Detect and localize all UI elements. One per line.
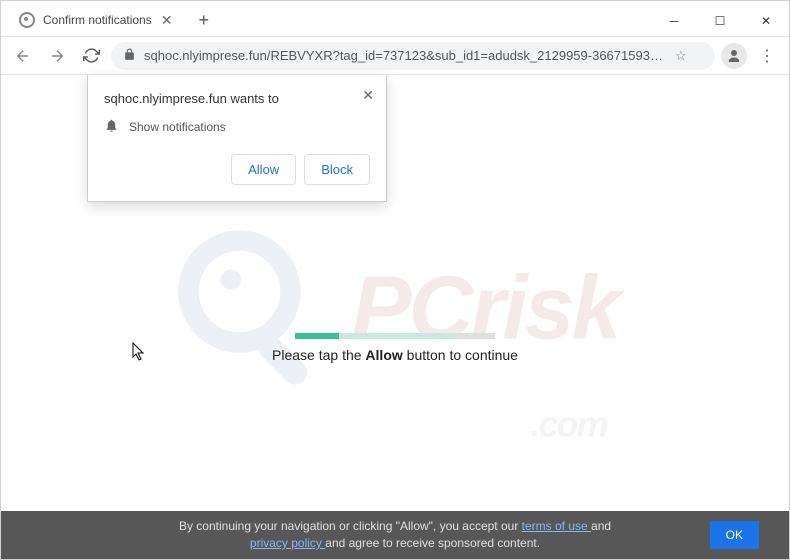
progress-fill-light bbox=[339, 333, 455, 339]
text-part1: Please tap the bbox=[272, 347, 365, 363]
terms-link[interactable]: terms of use bbox=[522, 519, 591, 533]
forward-button[interactable] bbox=[43, 42, 71, 70]
footer-line1a: By continuing your navigation or clickin… bbox=[179, 519, 522, 533]
browser-tab[interactable]: Confirm notifications ✕ bbox=[9, 4, 184, 36]
watermark: PCrisk .com bbox=[171, 224, 618, 394]
permission-popup: sqhoc.nlyimprese.fun wants to ✕ Show not… bbox=[87, 75, 387, 202]
close-tab-icon[interactable]: ✕ bbox=[160, 13, 174, 27]
privacy-link[interactable]: privacy policy bbox=[250, 536, 325, 550]
browser-window: Confirm notifications ✕ + ─ ☐ ✕ sqhoc.nl… bbox=[0, 0, 790, 560]
watermark-subtext: .com bbox=[531, 404, 607, 446]
lock-icon bbox=[123, 48, 136, 64]
tab-title: Confirm notifications bbox=[43, 13, 152, 27]
progress-fill bbox=[295, 333, 339, 339]
reload-button[interactable] bbox=[77, 42, 105, 70]
permission-item: Show notifications bbox=[104, 118, 370, 136]
profile-avatar[interactable] bbox=[721, 43, 747, 69]
footer-text: By continuing your navigation or clickin… bbox=[179, 518, 611, 552]
footer-line2: and agree to receive sponsored content. bbox=[325, 536, 540, 550]
text-bold: Allow bbox=[365, 347, 402, 363]
url-box[interactable]: sqhoc.nlyimprese.fun/REBVYXR?tag_id=7371… bbox=[111, 42, 715, 70]
cursor-icon bbox=[132, 342, 146, 362]
new-tab-button[interactable]: + bbox=[190, 6, 218, 34]
titlebar: Confirm notifications ✕ + ─ ☐ ✕ bbox=[1, 1, 789, 37]
watermark-text: PCrisk bbox=[351, 257, 618, 360]
bookmark-star-icon[interactable]: ☆ bbox=[675, 48, 703, 64]
ok-button[interactable]: OK bbox=[710, 521, 759, 549]
globe-icon bbox=[19, 12, 35, 28]
address-bar: sqhoc.nlyimprese.fun/REBVYXR?tag_id=7371… bbox=[1, 37, 789, 75]
minimize-button[interactable]: ─ bbox=[651, 6, 697, 36]
page-content: PCrisk .com sqhoc.nlyimprese.fun wants t… bbox=[1, 75, 789, 559]
block-button[interactable]: Block bbox=[304, 154, 370, 185]
text-part2: button to continue bbox=[403, 347, 518, 363]
footer-line1b: and bbox=[591, 519, 611, 533]
magnifier-icon bbox=[171, 224, 341, 394]
bell-icon bbox=[104, 118, 119, 136]
progress-bar bbox=[295, 333, 495, 339]
maximize-button[interactable]: ☐ bbox=[697, 6, 743, 36]
close-popup-icon[interactable]: ✕ bbox=[362, 87, 374, 104]
permission-label: Show notifications bbox=[129, 120, 226, 134]
close-window-button[interactable]: ✕ bbox=[743, 6, 789, 36]
menu-button[interactable]: ⋮ bbox=[753, 46, 781, 66]
permission-title: sqhoc.nlyimprese.fun wants to bbox=[104, 91, 370, 106]
consent-footer: By continuing your navigation or clickin… bbox=[1, 511, 789, 559]
url-text: sqhoc.nlyimprese.fun/REBVYXR?tag_id=7371… bbox=[144, 48, 667, 63]
back-button[interactable] bbox=[9, 42, 37, 70]
window-controls: ─ ☐ ✕ bbox=[651, 6, 789, 36]
instruction-text: Please tap the Allow button to continue bbox=[272, 347, 518, 363]
permission-actions: Allow Block bbox=[104, 154, 370, 185]
allow-button[interactable]: Allow bbox=[231, 154, 296, 185]
